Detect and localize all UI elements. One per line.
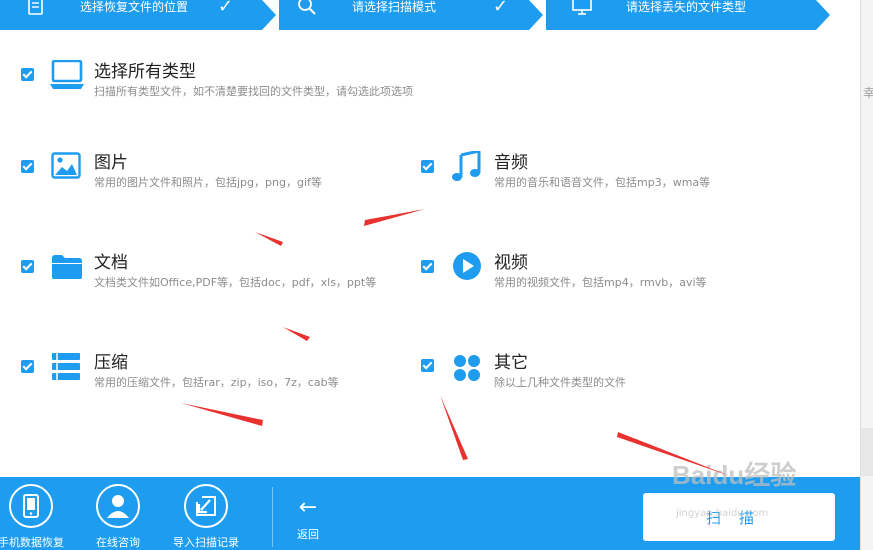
option-title: 选择所有类型 [94, 62, 196, 82]
edge-text-fragment: 幸 [863, 86, 873, 100]
checkbox-archives[interactable] [21, 360, 34, 373]
edge-block [861, 428, 873, 476]
annotation-arrow [364, 209, 425, 226]
option-description: 常用的视频文件，包括mp4，rmvb，avi等 [494, 276, 707, 289]
wizard-steps: 选择恢复文件的位置 ✓ 请选择扫描模式 ✓ 请选择丢失的文件类型 [0, 0, 830, 30]
phone-recovery-label: 手机数据恢复 [0, 536, 64, 549]
checkbox-all-types[interactable] [21, 68, 34, 81]
back-button[interactable]: ← 返回 [288, 497, 328, 542]
annotation-arrow [283, 327, 310, 341]
option-title: 其它 [494, 353, 528, 373]
monitor-icon [572, 0, 592, 19]
option-title: 压缩 [94, 353, 128, 373]
option-title: 图片 [94, 153, 128, 173]
watermark-logo: Baidu经验 [672, 460, 797, 490]
step-select-file-type: 请选择丢失的文件类型 [546, 0, 816, 30]
checkbox-pictures[interactable] [21, 160, 34, 173]
back-arrow-icon: ← [298, 495, 318, 520]
folder-icon [51, 254, 83, 284]
user-icon [96, 484, 140, 528]
option-description: 常用的压缩文件，包括rar，zip，iso，7z，cab等 [94, 376, 339, 389]
footer-divider [272, 487, 273, 547]
checkmark-icon: ✓ [218, 0, 234, 17]
step-select-mode: 请选择扫描模式 ✓ [279, 0, 529, 30]
option-title: 文档 [94, 253, 128, 273]
step-chevron [262, 0, 276, 30]
import-scan-record-button[interactable]: 导入扫描记录 [171, 484, 241, 550]
option-description: 扫描所有类型文件，如不清楚要找回的文件类型，请勾选此项选项 [94, 85, 413, 98]
phone-recovery-button[interactable]: 手机数据恢复 [0, 484, 66, 550]
import-scan-record-label: 导入扫描记录 [173, 536, 239, 549]
image-icon [51, 152, 81, 184]
phone-icon [9, 484, 53, 528]
option-title: 音频 [494, 153, 528, 173]
step-chevron [529, 0, 543, 30]
online-consult-label: 在线咨询 [96, 536, 140, 549]
document-icon [28, 0, 44, 19]
checkmark-icon: ✓ [493, 0, 509, 17]
online-consult-button[interactable]: 在线咨询 [83, 484, 153, 550]
search-icon [297, 0, 317, 19]
grid-dots-icon [453, 354, 481, 386]
step-label: 请选择扫描模式 [352, 0, 437, 14]
checkbox-audio[interactable] [421, 160, 434, 173]
annotation-arrow [181, 403, 263, 426]
option-description: 文档类文件如Office,PDF等，包括doc，pdf，xls，ppt等 [94, 276, 377, 289]
annotation-arrow [440, 395, 468, 460]
music-note-icon [451, 149, 481, 187]
annotation-arrow [255, 232, 283, 246]
checkbox-documents[interactable] [21, 260, 34, 273]
step-select-location: 选择恢复文件的位置 ✓ [0, 0, 262, 30]
step-label: 请选择丢失的文件类型 [626, 0, 747, 14]
laptop-icon [50, 59, 84, 96]
option-description: 常用的音乐和语音文件，包括mp3，wma等 [494, 176, 711, 189]
play-icon [452, 251, 482, 285]
checkbox-other[interactable] [421, 359, 434, 372]
step-chevron [816, 0, 830, 30]
option-title: 视频 [494, 253, 528, 273]
page-edge: 幸 [860, 0, 873, 550]
import-icon [184, 484, 228, 528]
option-description: 常用的图片文件和照片，包括jpg，png，gif等 [94, 176, 322, 189]
step-label: 选择恢复文件的位置 [80, 0, 189, 14]
archive-stack-icon [51, 352, 81, 386]
watermark-url: jingyan.baidu.com [676, 508, 769, 519]
back-label: 返回 [297, 528, 319, 541]
checkbox-video[interactable] [421, 260, 434, 273]
option-description: 除以上几种文件类型的文件 [494, 376, 626, 389]
